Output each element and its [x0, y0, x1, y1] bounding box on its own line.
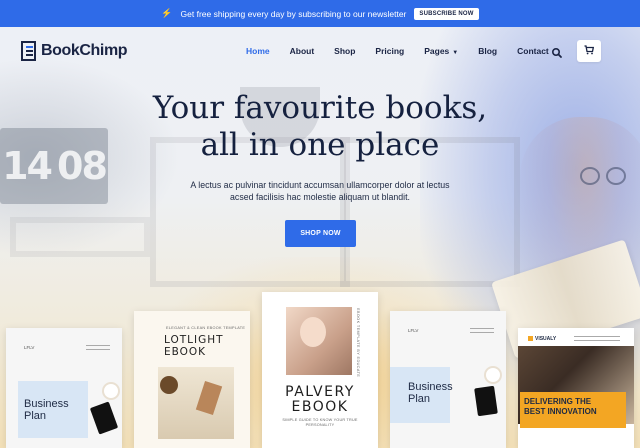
book-tag: LFLV	[24, 345, 35, 350]
book-cover-business-plan-2[interactable]: LFLV Business Plan	[390, 311, 506, 448]
cart-icon	[584, 42, 595, 60]
clock-hours: 14	[2, 144, 53, 188]
nav-blog[interactable]: Blog	[478, 46, 497, 56]
book-photo	[286, 307, 352, 375]
bookchimp-logo-icon	[21, 41, 37, 61]
book-title: Business Plan	[24, 398, 69, 422]
book-cover-palvery-ebook[interactable]: EBOOK TEMPLATE BY EDUCATE PALVERY EBOOK S…	[262, 292, 378, 448]
book-title: LOTLIGHT EBOOK	[164, 334, 224, 358]
nav-contact[interactable]: Contact	[517, 46, 549, 56]
book-brand: VISUALY	[528, 336, 556, 342]
coffee-cup-image	[104, 384, 118, 398]
glasses-icon	[580, 167, 630, 187]
book-tagline: ELEGANT & CLEAN EBOOK TEMPLATE	[166, 326, 246, 330]
search-icon[interactable]	[551, 46, 563, 58]
site-header: BookChimp Home About Shop Pricing Pages ▼…	[0, 27, 640, 77]
nav-pricing[interactable]: Pricing	[375, 46, 404, 56]
book-title: PALVERY EBOOK	[285, 384, 355, 415]
chevron-down-icon: ▼	[452, 50, 459, 56]
clock-minutes: 08	[57, 144, 108, 188]
nav-pages[interactable]: Pages ▼	[424, 46, 458, 56]
book-subtitle: SIMPLE GUIDE TO KNOW YOUR TRUE PERSONALI…	[282, 418, 358, 427]
cart-button[interactable]	[577, 40, 601, 62]
subscribe-button[interactable]: SUBSCRIBE NOW	[414, 7, 479, 20]
nav-home[interactable]: Home	[246, 46, 270, 56]
book-cover-lotlight-ebook[interactable]: ELEGANT & CLEAN EBOOK TEMPLATE LOTLIGHT E…	[134, 311, 250, 448]
book-title: Business Plan	[408, 381, 453, 405]
announcement-text: Get free shipping every day by subscribi…	[180, 8, 407, 19]
hero-subtitle: A lectus ac pulvinar tincidunt accumsan …	[190, 180, 450, 202]
brand-logo[interactable]: BookChimp	[21, 41, 128, 61]
hero-title: Your favourite books, all in one place	[152, 90, 488, 163]
shop-now-button[interactable]: SHOP NOW	[285, 220, 356, 247]
coffee-cup-image	[486, 368, 500, 382]
book-title: DELIVERING THE BEST INNOVATION	[524, 397, 597, 416]
bolt-icon: ⚡	[161, 8, 173, 18]
nav-pages-label: Pages	[424, 46, 450, 56]
main-menu: Home About Shop Pricing Pages ▼ Blog Cont…	[246, 46, 549, 56]
book-vertical-text: EBOOK TEMPLATE BY EDUCATE	[356, 308, 360, 378]
nav-shop[interactable]: Shop	[334, 46, 355, 56]
bg-shelf	[10, 217, 150, 257]
book-photo	[158, 367, 234, 439]
phone-image	[89, 401, 119, 435]
book-cover-visualy[interactable]: VISUALY DELIVERING THE BEST INNOVATION	[518, 328, 634, 448]
announcement-bar: ⚡ Get free shipping every day by subscri…	[0, 0, 640, 27]
phone-image	[474, 385, 498, 417]
book-tag: LFLV	[408, 328, 419, 333]
book-cover-business-plan[interactable]: LFLV Business Plan	[6, 328, 122, 448]
nav-about[interactable]: About	[290, 46, 315, 56]
bg-clock: 14 08	[0, 128, 108, 204]
brand-name: BookChimp	[41, 42, 128, 59]
